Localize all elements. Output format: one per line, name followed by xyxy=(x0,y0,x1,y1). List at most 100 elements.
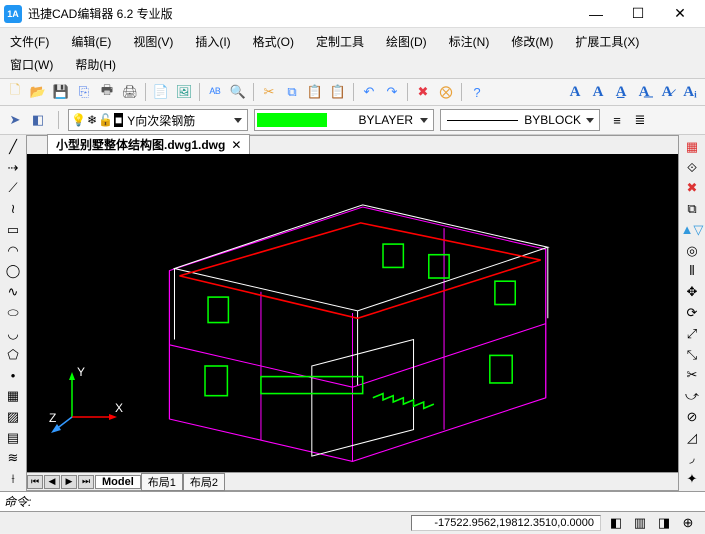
pline-icon[interactable]: ≀ xyxy=(2,199,24,219)
help-icon[interactable]: ? xyxy=(466,81,488,103)
paste-special-icon[interactable]: 📋 xyxy=(327,81,349,103)
layer-mgr-icon[interactable]: ➤ xyxy=(4,109,26,131)
arc-icon[interactable]: ◠ xyxy=(2,241,24,261)
print-preview-icon[interactable]: 🖨 xyxy=(119,81,141,103)
status-btn-3[interactable]: ⊕ xyxy=(677,512,699,534)
ellipse-icon[interactable]: ⬭ xyxy=(2,303,24,323)
menu-2[interactable]: 视图(V) xyxy=(129,31,177,52)
maximize-button[interactable]: ☐ xyxy=(617,2,659,26)
menu-5[interactable]: 定制工具 xyxy=(312,31,368,52)
block-icon[interactable]: ▦ xyxy=(2,386,24,406)
point-icon[interactable]: • xyxy=(2,365,24,385)
linetype-selector[interactable]: BYBLOCK xyxy=(440,109,600,131)
hatch-icon[interactable]: ▨ xyxy=(2,407,24,427)
spline-icon[interactable]: ∿ xyxy=(2,282,24,302)
menu-4[interactable]: 格式(O) xyxy=(249,31,298,52)
menu-6[interactable]: 绘图(D) xyxy=(382,31,431,52)
array-icon[interactable]: ⦀ xyxy=(681,262,703,282)
oops-icon[interactable]: ⨂ xyxy=(435,81,457,103)
model-tab-0[interactable]: Model xyxy=(95,475,141,489)
find-icon[interactable]: 🔍 xyxy=(227,81,249,103)
status-btn-1[interactable]: ▥ xyxy=(629,512,651,534)
region-icon[interactable]: ▤ xyxy=(2,428,24,448)
export-icon[interactable]: ⎘ xyxy=(73,81,95,103)
file-tab-close[interactable]: ✕ xyxy=(231,138,241,152)
menu-10[interactable]: 窗口(W) xyxy=(6,54,57,75)
extend-icon[interactable]: ⤻ xyxy=(681,386,703,406)
modelnav-1[interactable]: ◀ xyxy=(44,475,60,489)
model-tab-1[interactable]: 布局1 xyxy=(141,473,183,491)
drawing-canvas[interactable]: Y X Z xyxy=(27,154,678,472)
break-icon[interactable]: ⊘ xyxy=(681,407,703,427)
status-btn-2[interactable]: ◨ xyxy=(653,512,675,534)
close-button[interactable]: ✕ xyxy=(659,2,701,26)
polygon-icon[interactable]: ⬠ xyxy=(2,345,24,365)
lw1[interactable]: ≡ xyxy=(606,109,628,131)
paste-icon[interactable]: 📋 xyxy=(304,81,326,103)
layer-selector[interactable]: 💡❄🔓■ Y向次梁钢筋 xyxy=(68,109,248,131)
delete-icon[interactable]: ✖ xyxy=(681,179,703,199)
menu-7[interactable]: 标注(N) xyxy=(445,31,494,52)
spellcheck-icon[interactable]: ᴬᴮ xyxy=(204,81,226,103)
trim-icon[interactable]: ✂ xyxy=(681,365,703,385)
menu-3[interactable]: 插入(I) xyxy=(191,31,234,52)
explode-icon[interactable]: ✦ xyxy=(681,469,703,489)
circle-icon[interactable]: ◯ xyxy=(2,262,24,282)
command-input[interactable] xyxy=(35,493,705,511)
match-icon[interactable]: ⟐ xyxy=(681,158,703,178)
file-tab[interactable]: 小型别墅整体结构图.dwg1.dwg ✕ xyxy=(47,134,250,154)
a3[interactable]: A̲ xyxy=(610,81,632,103)
stretch-icon[interactable]: ⤡ xyxy=(681,345,703,365)
minimize-button[interactable]: — xyxy=(575,2,617,26)
chamfer-icon[interactable]: ◿ xyxy=(681,428,703,448)
offset-icon[interactable]: ◎ xyxy=(681,241,703,261)
a6[interactable]: Aᵢ xyxy=(679,81,701,103)
file-tab-name: 小型别墅整体结构图.dwg1.dwg xyxy=(56,136,225,153)
cut-icon[interactable]: ✂ xyxy=(258,81,280,103)
layer-states-icon[interactable]: ◧ xyxy=(27,109,49,131)
color-label: BYLAYER xyxy=(329,113,415,127)
model-tab-2[interactable]: 布局2 xyxy=(183,473,225,491)
rect-icon[interactable]: ▭ xyxy=(2,220,24,240)
modelnav-0[interactable]: ⏮ xyxy=(27,475,43,489)
modelnav-3[interactable]: ⏭ xyxy=(78,475,94,489)
a1[interactable]: A xyxy=(564,81,586,103)
modelnav-2[interactable]: ▶ xyxy=(61,475,77,489)
a2[interactable]: A xyxy=(587,81,609,103)
ellipse-arc-icon[interactable]: ◡ xyxy=(2,324,24,344)
copy2-icon[interactable]: ⧉ xyxy=(681,199,703,219)
props-icon[interactable]: ▦ xyxy=(681,137,703,157)
color-selector[interactable]: BYLAYER xyxy=(254,109,434,131)
copy-icon[interactable]: ⧉ xyxy=(281,81,303,103)
scale-icon[interactable]: ⤢ xyxy=(681,324,703,344)
menu-11[interactable]: 帮助(H) xyxy=(71,54,120,75)
line-icon[interactable]: ╱ xyxy=(2,137,24,157)
mirror-icon[interactable]: ▲▽ xyxy=(681,220,703,240)
a5[interactable]: A̷ xyxy=(656,81,678,103)
pdf-icon[interactable]: 📄 xyxy=(150,81,172,103)
status-btn-0[interactable]: ◧ xyxy=(605,512,627,534)
print-icon[interactable]: 🖶 xyxy=(96,81,118,103)
menu-9[interactable]: 扩展工具(X) xyxy=(571,31,643,52)
menu-0[interactable]: 文件(F) xyxy=(6,31,53,52)
image-icon[interactable]: 🖼 xyxy=(173,81,195,103)
new-icon[interactable]: 🗋 xyxy=(4,81,26,103)
open-icon[interactable]: 📂 xyxy=(27,81,49,103)
redo-icon[interactable]: ↷ xyxy=(381,81,403,103)
dim-icon[interactable]: ⟊ xyxy=(2,469,24,489)
lw2[interactable]: ≣ xyxy=(629,109,651,131)
save-icon[interactable]: 💾 xyxy=(50,81,72,103)
rotate-icon[interactable]: ⟳ xyxy=(681,303,703,323)
move-icon[interactable]: ✥ xyxy=(681,282,703,302)
a4[interactable]: A͟ xyxy=(633,81,655,103)
linetype-label: BYBLOCK xyxy=(524,113,581,127)
menu-1[interactable]: 编辑(E) xyxy=(67,31,115,52)
menu-8[interactable]: 修改(M) xyxy=(507,31,557,52)
xline-icon[interactable]: ⟋ xyxy=(2,179,24,199)
undo-icon[interactable]: ↶ xyxy=(358,81,380,103)
fillet-icon[interactable]: ◞ xyxy=(681,448,703,468)
erase-icon[interactable]: ✖ xyxy=(412,81,434,103)
ray-icon[interactable]: ⇢ xyxy=(2,158,24,178)
app-logo: 1A xyxy=(4,5,22,23)
mline-icon[interactable]: ≋ xyxy=(2,448,24,468)
